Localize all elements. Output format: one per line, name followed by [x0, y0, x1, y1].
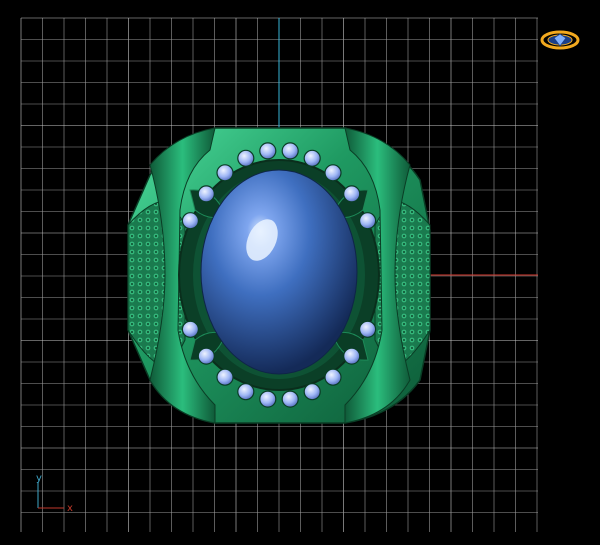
accent-stone-top [197, 185, 215, 203]
accent-stone-bottom [259, 390, 277, 408]
gizmo-y-label: y [36, 473, 42, 484]
accent-stone-bottom [343, 347, 361, 365]
center-cabochon-stone[interactable] [200, 169, 358, 375]
viewport-canvas[interactable]: y x [0, 0, 600, 545]
accent-stone-bottom [324, 368, 342, 386]
accent-stone-top [237, 149, 255, 167]
accent-stone-top [359, 212, 377, 230]
ring-model[interactable] [127, 127, 431, 424]
accent-stone-top [181, 212, 199, 230]
accent-stone-bottom [181, 320, 199, 338]
3d-viewport[interactable]: y x [0, 0, 600, 545]
accent-stone-bottom [216, 368, 234, 386]
accent-stone-top [343, 185, 361, 203]
accent-stone-bottom [303, 383, 321, 401]
accent-stone-bottom [237, 383, 255, 401]
accent-stone-top [259, 142, 277, 160]
accent-stone-bottom [281, 390, 299, 408]
accent-stone-bottom [197, 347, 215, 365]
accent-stone-top [281, 142, 299, 160]
ring-view-cube-icon[interactable] [540, 30, 580, 50]
accent-stone-bottom [359, 320, 377, 338]
accent-stone-top [324, 164, 342, 182]
gizmo-x-label: x [67, 503, 73, 514]
axes-gizmo: y x [36, 473, 73, 514]
accent-stone-top [303, 149, 321, 167]
accent-stone-top [216, 164, 234, 182]
